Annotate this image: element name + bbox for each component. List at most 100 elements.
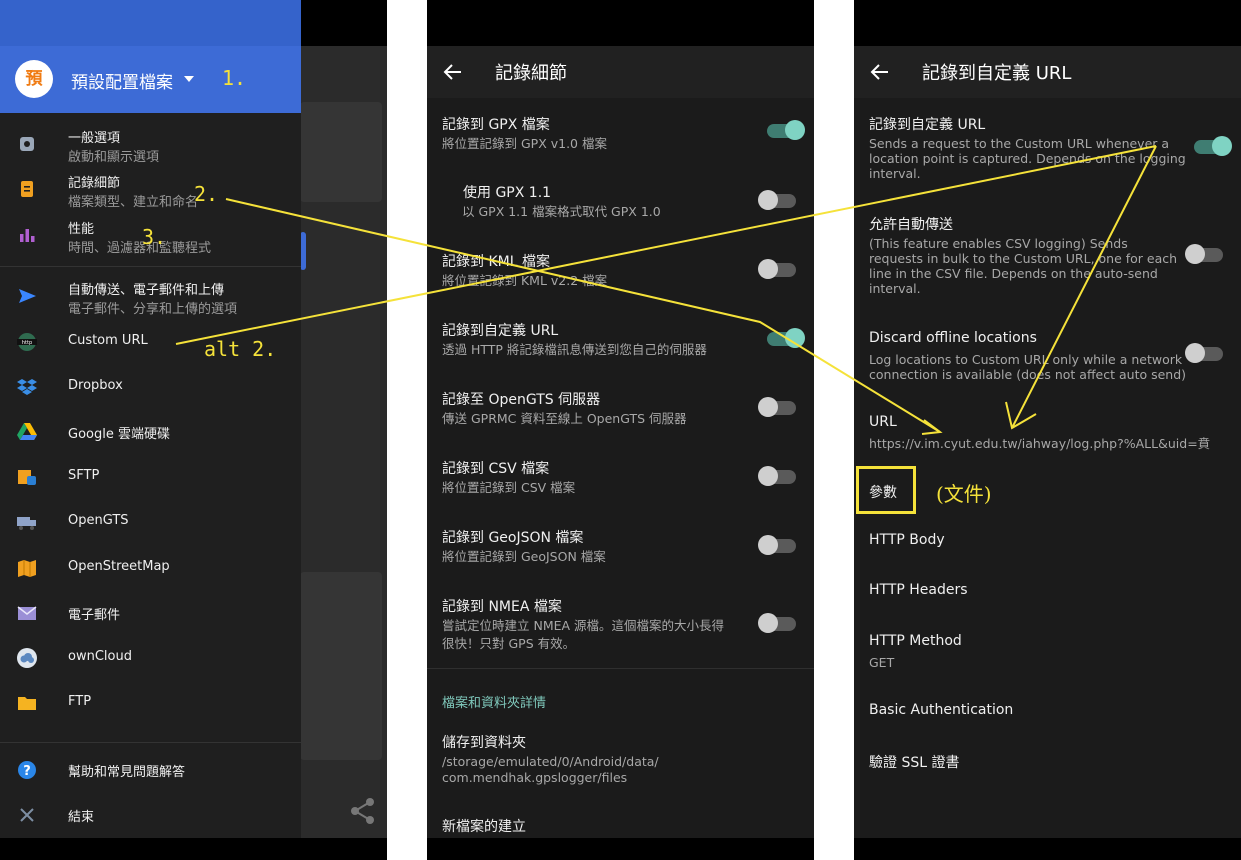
folder-icon [16, 692, 38, 714]
setting-subtitle: 將位置記錄到 CSV 檔案 [442, 480, 576, 495]
divider [0, 266, 301, 267]
dropbox-icon [16, 376, 38, 398]
setting-row-gpx[interactable]: 記錄到 GPX 檔案 將位置記錄到 GPX v1.0 檔案 [427, 108, 814, 168]
drawer-item-email[interactable]: 電子郵件 [0, 602, 301, 624]
setting-title: Discard offline locations [869, 330, 1037, 346]
setting-desc-line: location point is captured. Depends on t… [869, 151, 1186, 166]
back-arrow-icon[interactable] [870, 62, 890, 85]
setting-title: 驗證 SSL 證書 [869, 755, 960, 771]
drawer-item-log-details[interactable]: 記錄細節 檔案類型、建立和命名 [0, 170, 301, 210]
toggle-switch[interactable] [1194, 136, 1232, 156]
drawer-item-title: 記錄細節 [68, 176, 121, 191]
setting-row-http-headers[interactable]: HTTP Headers [854, 579, 1241, 605]
cloud-icon [16, 647, 38, 669]
svg-text:http: http [22, 340, 32, 346]
setting-row-geojson[interactable]: 記錄到 GeoJSON 檔案 將位置記錄到 GeoJSON 檔案 [427, 521, 814, 581]
drawer-item-help[interactable]: ? 幫助和常見問題解答 [0, 759, 301, 781]
setting-row-new-file[interactable]: 新檔案的建立 [427, 810, 814, 838]
setting-row-nmea[interactable]: 記錄到 NMEA 檔案 嘗試定位時建立 NMEA 源檔。這個檔案的大小長得 很快… [427, 590, 814, 660]
toggle-knob [758, 535, 778, 555]
toggle-switch[interactable] [767, 120, 805, 140]
http-icon: http [16, 331, 38, 353]
drawer-item-title: OpenStreetMap [68, 559, 170, 574]
drawer-item-title: 性能 [68, 222, 95, 237]
setting-row-csv[interactable]: 記錄到 CSV 檔案 將位置記錄到 CSV 檔案 [427, 452, 814, 512]
setting-desc-line: interval. [869, 166, 921, 181]
toggle-switch[interactable] [1185, 343, 1223, 363]
drawer-item-dropbox[interactable]: Dropbox [0, 376, 301, 398]
annotation-3: 3. [142, 225, 167, 249]
setting-row-gpx11[interactable]: 使用 GPX 1.1 以 GPX 1.1 檔案格式取代 GPX 1.0 [427, 176, 814, 236]
setting-row-http-method[interactable]: HTTP Method GET [854, 630, 1241, 674]
toggle-knob [758, 466, 778, 486]
profile-name[interactable]: 預設配置檔案 [71, 68, 173, 93]
chevron-down-icon[interactable] [184, 76, 194, 82]
google-drive-icon [16, 421, 38, 443]
gear-icon [16, 133, 38, 155]
setting-row-basic-auth[interactable]: Basic Authentication [854, 699, 1241, 725]
toggle-switch[interactable] [758, 466, 796, 486]
drawer-item-title: Google 雲端硬碟 [68, 427, 170, 442]
setting-subtitle: 傳送 GPRMC 資料至線上 OpenGTS 伺服器 [442, 411, 687, 426]
toggle-knob [758, 397, 778, 417]
annotation-1: 1. [222, 66, 247, 90]
sftp-icon [16, 466, 38, 488]
drawer-item-title: 結束 [68, 810, 95, 825]
setting-row-opengts[interactable]: 記錄至 OpenGTS 伺服器 傳送 GPRMC 資料至線上 OpenGTS 伺… [427, 383, 814, 443]
setting-subtitle: 透過 HTTP 將記錄檔訊息傳送到您自己的伺服器 [442, 342, 707, 357]
help-icon: ? [16, 759, 38, 781]
params-highlight-box [856, 466, 916, 514]
setting-row-auto-send[interactable]: 允許自動傳送 (This feature enables CSV logging… [854, 208, 1241, 300]
toggle-switch[interactable] [1185, 244, 1223, 264]
setting-title: HTTP Method [869, 633, 962, 649]
right-screen: 記錄到自定義 URL 記錄到自定義 URL Sends a request to… [854, 0, 1241, 860]
drawer-item-exit[interactable]: 結束 [0, 804, 301, 826]
setting-title: 使用 GPX 1.1 [463, 185, 552, 201]
drawer-item-subtitle: 電子郵件、分享和上傳的選項 [68, 302, 238, 317]
setting-title: 記錄至 OpenGTS 伺服器 [442, 392, 601, 408]
toggle-knob [1185, 244, 1205, 264]
toggle-switch[interactable] [758, 613, 796, 633]
drawer-item-opengts[interactable]: OpenGTS [0, 511, 301, 533]
drawer-item-ftp[interactable]: FTP [0, 692, 301, 714]
drawer-item-autosend[interactable]: 自動傳送、電子郵件和上傳 電子郵件、分享和上傳的選項 [0, 277, 301, 317]
setting-desc-line: interval. [869, 281, 921, 296]
drawer-item-owncloud[interactable]: ownCloud [0, 647, 301, 669]
toggle-switch[interactable] [758, 397, 796, 417]
setting-row-http-body[interactable]: HTTP Body [854, 529, 1241, 555]
setting-row-folder[interactable]: 儲存到資料夾 /storage/emulated/0/Android/data/… [427, 726, 814, 792]
setting-row-kml[interactable]: 記錄到 KML 檔案 將位置記錄到 KML v2.2 檔案 [427, 245, 814, 305]
toggle-switch[interactable] [767, 328, 805, 348]
divider [0, 742, 301, 743]
setting-row-ssl[interactable]: 驗證 SSL 證書 [854, 749, 1241, 775]
truck-icon [16, 511, 38, 533]
toggle-switch[interactable] [758, 259, 796, 279]
share-icon[interactable] [348, 796, 378, 826]
setting-row-log-custom-url[interactable]: 記錄到自定義 URL Sends a request to the Custom… [854, 108, 1241, 186]
drawer-item-title: 一般選項 [68, 131, 121, 146]
setting-title: 記錄到 NMEA 檔案 [442, 599, 562, 615]
drawer-item-title: OpenGTS [68, 513, 129, 528]
setting-desc-line: Log locations to Custom URL only while a… [869, 352, 1183, 367]
back-arrow-icon[interactable] [443, 62, 463, 85]
middle-screen: 記錄細節 記錄到 GPX 檔案 將位置記錄到 GPX v1.0 檔案 使用 GP… [427, 0, 814, 860]
divider [427, 668, 814, 669]
send-icon [16, 285, 38, 307]
bar-chart-icon [16, 224, 38, 246]
setting-subtitle: 很快！只對 GPS 有效。 [442, 636, 576, 651]
toggle-switch[interactable] [758, 535, 796, 555]
avatar[interactable]: 預 [15, 60, 53, 98]
drawer-item-openstreetmap[interactable]: OpenStreetMap [0, 557, 301, 579]
setting-title: 允許自動傳送 [869, 217, 953, 233]
setting-title: 儲存到資料夾 [442, 735, 526, 751]
setting-row-discard-offline[interactable]: Discard offline locations Log locations … [854, 324, 1241, 386]
drawer-item-general[interactable]: 一般選項 啟動和顯示選項 [0, 125, 301, 165]
drawer-item-title: FTP [68, 694, 92, 709]
toggle-switch[interactable] [758, 190, 796, 210]
page-title: 記錄細節 [495, 63, 567, 84]
drawer-item-sftp[interactable]: SFTP [0, 466, 301, 488]
setting-row-custom-url[interactable]: 記錄到自定義 URL 透過 HTTP 將記錄檔訊息傳送到您自己的伺服器 [427, 314, 814, 374]
setting-row-url[interactable]: URL https://v.im.cyut.edu.tw/iahway/log.… [854, 408, 1241, 452]
drawer-item-title: Dropbox [68, 378, 123, 393]
drawer-item-google-drive[interactable]: Google 雲端硬碟 [0, 421, 301, 443]
